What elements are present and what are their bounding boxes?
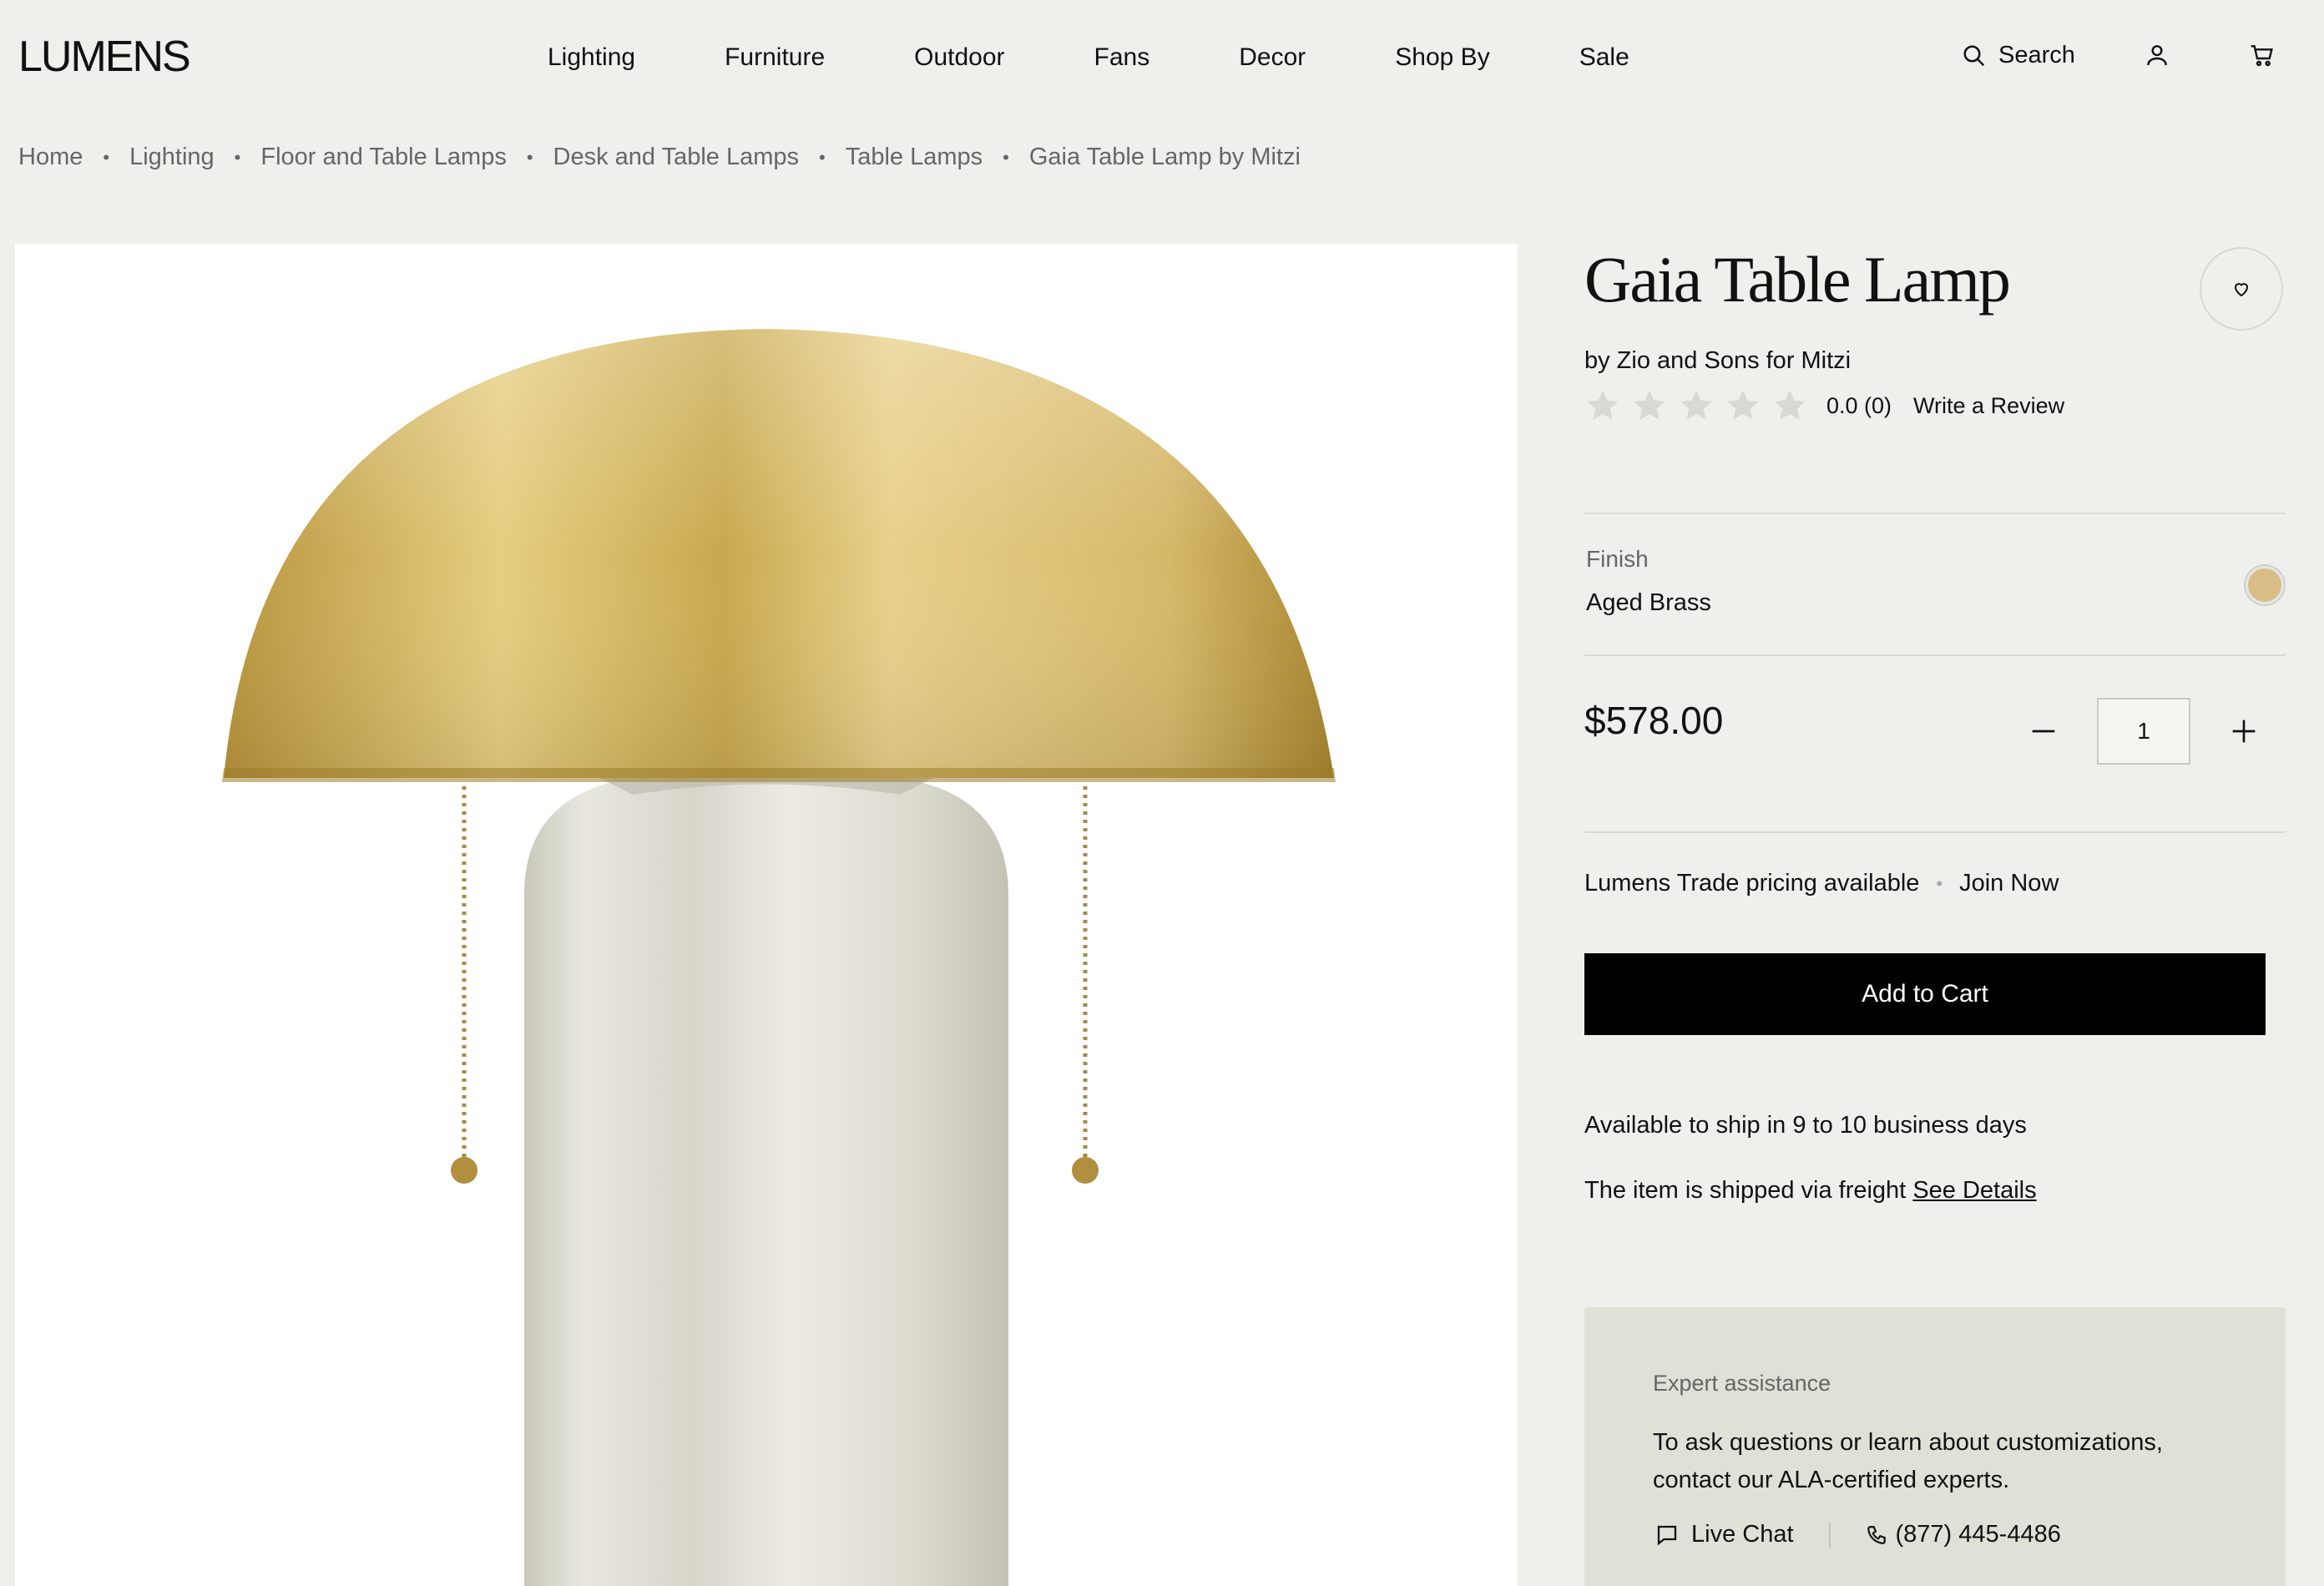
nav-furniture[interactable]: Furniture (725, 43, 825, 72)
nav-sale[interactable]: Sale (1579, 43, 1629, 72)
nav-fans[interactable]: Fans (1094, 43, 1150, 72)
nav-shop-by[interactable]: Shop By (1395, 43, 1489, 72)
phone-link[interactable]: (877) 445-4486 (1866, 1521, 2061, 1548)
account-button[interactable] (2144, 42, 2170, 73)
trade-pricing: Lumens Trade pricing available • Join No… (1584, 870, 2059, 897)
divider (1584, 831, 2286, 833)
breadcrumb-home[interactable]: Home (18, 144, 83, 171)
nav-outdoor[interactable]: Outdoor (914, 43, 1004, 72)
shipping-availability: Available to ship in 9 to 10 business da… (1584, 1112, 2027, 1139)
minus-icon (2032, 730, 2055, 733)
search-label: Search (1998, 42, 2075, 68)
breadcrumb-floor-table-lamps[interactable]: Floor and Table Lamps (260, 144, 506, 171)
star-rating[interactable] (1584, 387, 1818, 424)
see-details-link[interactable]: See Details (1912, 1177, 2036, 1204)
trade-separator: • (1936, 872, 1943, 894)
finish-swatch-aged-brass[interactable] (2246, 566, 2284, 604)
product-rating: 0.0 (0) Write a Review (1584, 387, 2064, 424)
breadcrumb-separator: • (234, 146, 241, 168)
product-brand[interactable]: by Zio and Sons for Mitzi (1584, 347, 1851, 375)
star-icon (1634, 390, 1665, 420)
rating-value: 0.0 (0) (1826, 392, 1892, 418)
main-nav: Lighting Furniture Outdoor Fans Decor Sh… (548, 43, 1629, 72)
quantity-input[interactable] (2097, 698, 2190, 765)
breadcrumb-current: Gaia Table Lamp by Mitzi (1028, 144, 1301, 170)
star-icon (1727, 390, 1759, 420)
star-icon (1680, 390, 1712, 420)
join-now-link[interactable]: Join Now (1959, 870, 2059, 897)
nav-lighting[interactable]: Lighting (548, 43, 635, 72)
site-header: LUMENS Lighting Furniture Outdoor Fans D… (0, 0, 2324, 117)
breadcrumb-desk-table-lamps[interactable]: Desk and Table Lamps (553, 144, 799, 171)
action-separator (1828, 1522, 1831, 1548)
breadcrumb-lighting[interactable]: Lighting (129, 144, 215, 171)
breadcrumb: Home • Lighting • Floor and Table Lamps … (18, 144, 1301, 171)
breadcrumb-table-lamps[interactable]: Table Lamps (846, 144, 983, 171)
phone-number: (877) 445-4486 (1895, 1521, 2061, 1548)
finish-value: Aged Brass (1586, 589, 1711, 616)
live-chat-label: Live Chat (1691, 1521, 1794, 1548)
freight-text: The item is shipped via freight (1584, 1177, 1913, 1204)
phone-icon (1867, 1525, 1886, 1544)
quantity-decrease-button[interactable] (2027, 715, 2060, 748)
chat-icon (1657, 1525, 1677, 1545)
product-title: Gaia Table Lamp (1584, 243, 2011, 316)
plus-icon (2232, 720, 2256, 743)
finish-label: Finish (1586, 546, 1649, 572)
star-icon (1774, 390, 1806, 420)
expert-assistance-panel: Expert assistance To ask questions or le… (1584, 1307, 2286, 1586)
breadcrumb-separator: • (1003, 146, 1009, 168)
quantity-increase-button[interactable] (2227, 715, 2261, 748)
expert-actions: Live Chat (877) 445-4486 (1655, 1521, 2061, 1548)
trade-pricing-text: Lumens Trade pricing available (1584, 870, 1920, 897)
breadcrumb-separator: • (103, 146, 110, 168)
expert-body: To ask questions or learn about customiz… (1653, 1429, 2163, 1493)
heart-icon (2234, 283, 2249, 297)
write-review-link[interactable]: Write a Review (1913, 393, 2064, 419)
add-to-cart-button[interactable]: Add to Cart (1584, 953, 2266, 1035)
cart-button[interactable] (2249, 42, 2276, 73)
search-icon (1963, 45, 1985, 66)
favorite-button[interactable] (2200, 247, 2283, 331)
freight-info: The item is shipped via freight See Deta… (1584, 1177, 2037, 1205)
cart-icon (2251, 45, 2273, 67)
expert-title: Expert assistance (1653, 1371, 1831, 1396)
user-icon (2147, 45, 2167, 66)
live-chat-button[interactable]: Live Chat (1655, 1521, 1794, 1548)
product-price: $578.00 (1584, 699, 1724, 742)
lamp-illustration (222, 329, 1336, 1586)
star-icon (1587, 390, 1619, 420)
search-button[interactable]: Search (1962, 42, 2075, 69)
lumens-logo[interactable]: LUMENS (18, 32, 191, 82)
nav-decor[interactable]: Decor (1239, 43, 1306, 72)
divider (1584, 654, 2286, 656)
product-image[interactable] (15, 244, 1518, 1586)
divider (1584, 513, 2286, 514)
breadcrumb-separator: • (819, 146, 826, 168)
breadcrumb-separator: • (526, 146, 533, 168)
